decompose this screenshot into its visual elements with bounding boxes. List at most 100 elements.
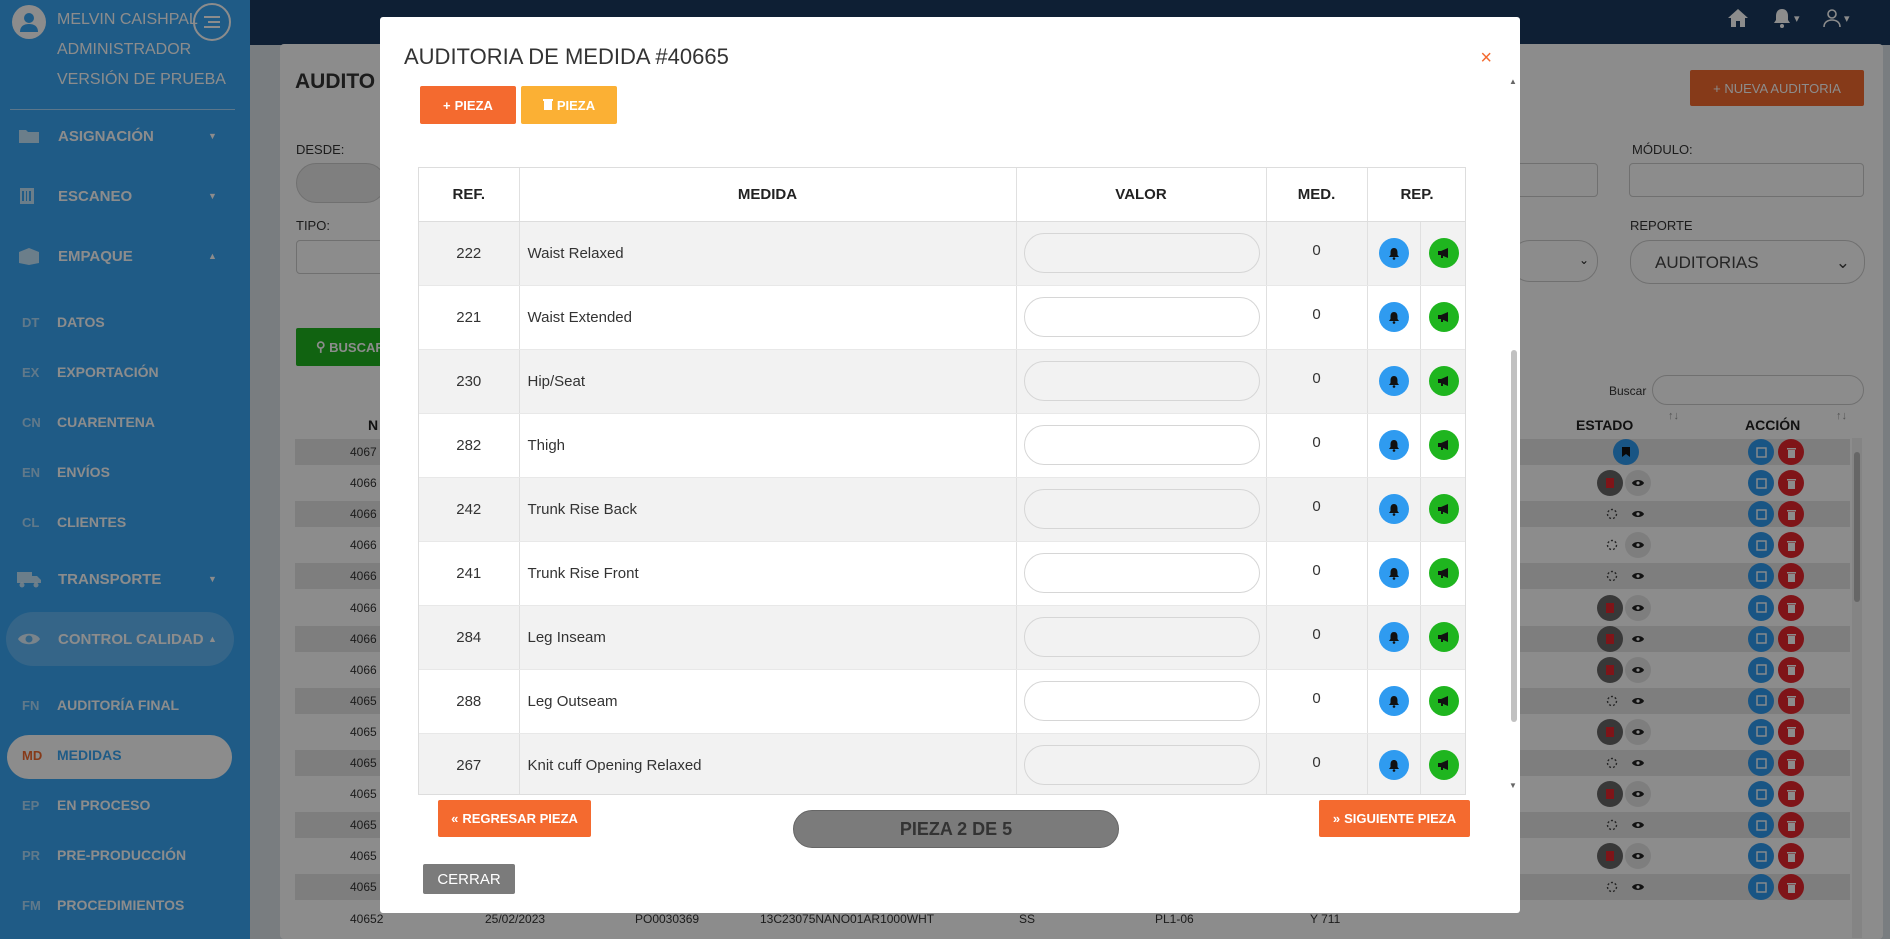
valor-input[interactable] [1023,745,1260,785]
bell-icon[interactable] [1378,366,1409,396]
delete-piece-button[interactable]: PIEZA [521,86,617,124]
bell-icon[interactable] [1378,430,1409,460]
cell-ref: 221 [419,285,520,350]
modal-title: AUDITORIA DE MEDIDA #40665 [404,44,729,69]
next-piece-button[interactable]: » SIGUIENTE PIEZA [1319,800,1470,837]
cell-med: 0 [1266,221,1368,286]
cell-med: 0 [1266,733,1368,794]
close-icon[interactable]: × [1480,47,1492,70]
valor-input[interactable] [1023,233,1260,273]
cell-rep-bell [1367,285,1421,350]
cell-rep-bell [1367,349,1421,414]
scroll-down-icon[interactable]: ▼ [1509,781,1517,790]
bell-icon[interactable] [1378,750,1409,780]
bell-icon[interactable] [1378,238,1409,268]
valor-input[interactable] [1023,361,1260,401]
cell-ref: 222 [419,221,520,286]
bell-icon[interactable] [1378,558,1409,588]
add-piece-button[interactable]: + PIEZA [420,86,516,124]
cell-ref: 230 [419,349,520,414]
bullhorn-icon[interactable] [1428,622,1459,652]
cell-ref: 282 [419,413,520,478]
valor-input[interactable] [1023,617,1260,657]
bullhorn-icon[interactable] [1428,686,1459,716]
table-row: 242 Trunk Rise Back 0 [419,477,1465,542]
bullhorn-icon[interactable] [1428,302,1459,332]
cell-med: 0 [1266,477,1368,542]
cell-rep-megaphone [1420,349,1465,414]
bullhorn-icon[interactable] [1428,366,1459,396]
cell-rep-megaphone [1420,285,1465,350]
double-chevron-right-icon: » [1332,811,1341,826]
table-row: 222 Waist Relaxed 0 [419,221,1465,286]
piece-indicator: PIEZA 2 DE 5 [793,810,1119,848]
cell-medida: Waist Extended [519,285,1017,350]
bullhorn-icon[interactable] [1428,558,1459,588]
cell-medida: Leg Inseam [519,605,1017,670]
cell-valor [1016,605,1267,670]
column-header-med: MED. [1266,168,1368,222]
cell-medida: Trunk Rise Back [519,477,1017,542]
bullhorn-icon[interactable] [1428,750,1459,780]
valor-input[interactable] [1023,681,1260,721]
bullhorn-icon[interactable] [1428,494,1459,524]
cell-med: 0 [1266,669,1368,734]
cell-valor [1016,349,1267,414]
cell-rep-megaphone [1420,669,1465,734]
cell-rep-megaphone [1420,541,1465,606]
table-row: 267 Knit cuff Opening Relaxed 0 [419,733,1465,794]
column-header-ref: REF. [419,168,520,222]
bullhorn-icon[interactable] [1428,238,1459,268]
cell-rep-megaphone [1420,221,1465,286]
cell-rep-bell [1367,605,1421,670]
cell-ref: 284 [419,605,520,670]
cell-med: 0 [1266,413,1368,478]
prev-piece-button[interactable]: «REGRESAR PIEZA [438,800,591,837]
cell-valor [1016,733,1267,794]
valor-input[interactable] [1023,553,1260,593]
valor-input[interactable] [1023,489,1260,529]
cell-rep-bell [1367,733,1421,794]
prev-piece-label: REGRESAR PIEZA [462,811,578,826]
cell-rep-bell [1367,413,1421,478]
column-header-rep: REP. [1367,168,1465,222]
table-row: 241 Trunk Rise Front 0 [419,541,1465,606]
modal-scrollbar[interactable]: ▲ ▼ [1508,77,1520,797]
cell-medida: Knit cuff Opening Relaxed [519,733,1017,794]
bell-icon[interactable] [1378,622,1409,652]
cell-valor [1016,477,1267,542]
cell-med: 0 [1266,541,1368,606]
cell-rep-bell [1367,541,1421,606]
cerrar-button[interactable]: CERRAR [423,864,515,894]
column-header-valor: VALOR [1016,168,1267,222]
cell-valor [1016,221,1267,286]
table-row: 284 Leg Inseam 0 [419,605,1465,670]
column-header-medida: MEDIDA [519,168,1017,222]
cell-ref: 267 [419,733,520,794]
table-row: 230 Hip/Seat 0 [419,349,1465,414]
delete-piece-label: PIEZA [556,97,596,113]
cell-valor [1016,541,1267,606]
cell-rep-megaphone [1420,605,1465,670]
cell-medida: Hip/Seat [519,349,1017,414]
plus-icon: + [443,97,451,113]
cell-medida: Trunk Rise Front [519,541,1017,606]
scroll-up-icon[interactable]: ▲ [1509,77,1517,86]
scrollbar-thumb[interactable] [1511,350,1517,722]
medidas-table-body: 222 Waist Relaxed 0 221 Waist Extended 0 230 Hi… [419,221,1465,794]
bullhorn-icon[interactable] [1428,430,1459,460]
valor-input[interactable] [1023,297,1260,337]
valor-input[interactable] [1023,425,1260,465]
bell-icon[interactable] [1378,686,1409,716]
cell-med: 0 [1266,349,1368,414]
bell-icon[interactable] [1378,302,1409,332]
cell-rep-megaphone [1420,477,1465,542]
cell-rep-megaphone [1420,733,1465,794]
bell-icon[interactable] [1378,494,1409,524]
table-row: 288 Leg Outseam 0 [419,669,1465,734]
cell-medida: Leg Outseam [519,669,1017,734]
add-piece-label: PIEZA [454,97,493,113]
cell-valor [1016,669,1267,734]
cell-ref: 241 [419,541,520,606]
cell-rep-bell [1367,477,1421,542]
